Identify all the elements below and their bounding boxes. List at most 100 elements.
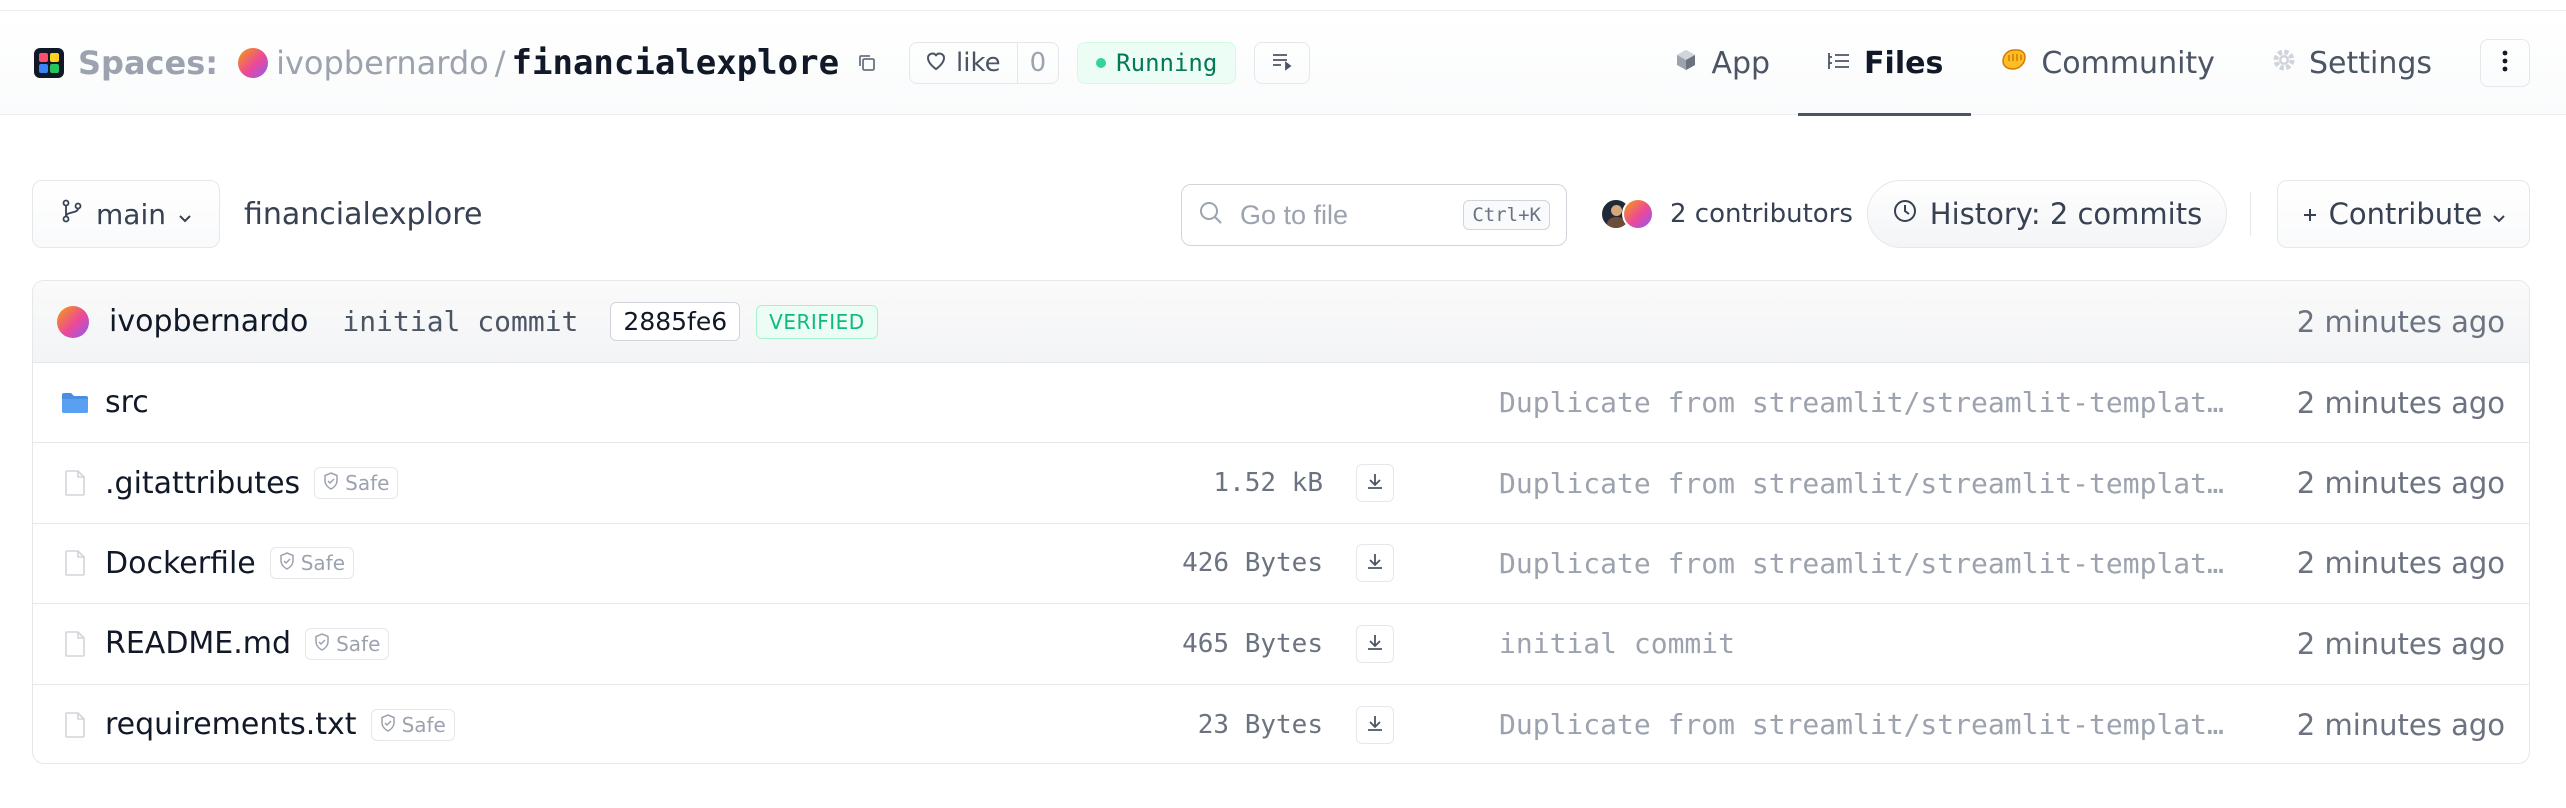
tab-files-label: Files xyxy=(1864,45,1944,81)
files-toolbar: main financialexplore Ctrl+K 2 contribut… xyxy=(32,180,2530,248)
kebab-icon xyxy=(2502,50,2508,76)
table-row[interactable]: src Duplicate from streamlit/streamlit-t… xyxy=(33,363,2529,444)
commit-author[interactable]: ivopbernardo xyxy=(109,304,308,339)
branch-icon xyxy=(60,198,84,231)
clock-icon xyxy=(1892,197,1918,231)
file-name[interactable]: src xyxy=(105,385,149,420)
shortcut-hint: Ctrl+K xyxy=(1463,200,1550,230)
file-icon xyxy=(61,711,89,739)
contributors-label: 2 contributors xyxy=(1670,199,1853,229)
file-icon xyxy=(61,549,89,577)
hf-logo-icon[interactable] xyxy=(34,47,64,78)
commit-message[interactable]: initial commit xyxy=(342,305,578,338)
owner-avatar xyxy=(238,47,269,78)
toolbar-divider xyxy=(2250,192,2251,236)
verified-badge: VERIFIED xyxy=(756,304,878,339)
contribute-button[interactable]: Contribute xyxy=(2277,180,2530,248)
file-size: 465 Bytes xyxy=(1182,628,1323,659)
history-label: History: 2 commits xyxy=(1929,197,2203,231)
safe-badge[interactable]: Safe xyxy=(269,547,355,580)
safe-label: Safe xyxy=(401,712,446,737)
file-commit-message[interactable]: Duplicate from streamlit/streamlit-templ… xyxy=(1499,386,2229,419)
download-button[interactable] xyxy=(1356,705,1394,744)
cube-icon xyxy=(1673,46,1699,81)
file-commit-message[interactable]: Duplicate from streamlit/streamlit-templ… xyxy=(1499,467,2229,500)
shield-icon xyxy=(279,551,295,575)
space-header: Spaces: ivopbernardo / financialexplore … xyxy=(0,11,2566,116)
file-name[interactable]: README.md xyxy=(105,626,291,661)
safe-badge[interactable]: Safe xyxy=(305,627,390,660)
logs-icon xyxy=(1271,51,1293,75)
download-button[interactable] xyxy=(1356,624,1394,663)
path-separator: / xyxy=(494,43,506,82)
tab-community-label: Community xyxy=(2041,45,2215,81)
safe-label: Safe xyxy=(300,551,346,576)
file-size: 1.52 kB xyxy=(1213,468,1323,499)
file-size: 426 Bytes xyxy=(1182,548,1323,579)
file-icon xyxy=(61,469,89,497)
file-name[interactable]: Dockerfile xyxy=(105,546,256,581)
file-commit-message[interactable]: Duplicate from streamlit/streamlit-templ… xyxy=(1499,708,2229,741)
commit-hash[interactable]: 2885fe6 xyxy=(610,302,741,341)
table-row[interactable]: README.md Safe 465 Bytes initial commit … xyxy=(33,604,2529,685)
file-name[interactable]: requirements.txt xyxy=(105,707,357,742)
file-table: ivopbernardo initial commit 2885fe6 VERI… xyxy=(32,280,2530,764)
like-group: like 0 xyxy=(909,41,1060,84)
file-commit-message[interactable]: initial commit xyxy=(1499,627,2229,660)
file-time: 2 minutes ago xyxy=(2296,466,2505,501)
top-bar xyxy=(0,0,2566,11)
safe-badge[interactable]: Safe xyxy=(314,467,399,500)
contributor-avatars xyxy=(1600,197,1658,231)
tab-app[interactable]: App xyxy=(1645,11,1798,115)
file-commit-message[interactable]: Duplicate from streamlit/streamlit-templ… xyxy=(1499,547,2229,580)
tab-app-label: App xyxy=(1711,45,1771,81)
file-icon xyxy=(61,630,89,658)
status-badge[interactable]: Running xyxy=(1077,41,1237,84)
file-time: 2 minutes ago xyxy=(2296,385,2505,420)
contribute-label: Contribute xyxy=(2328,197,2483,231)
status-label: Running xyxy=(1116,48,1218,77)
table-row[interactable]: requirements.txt Safe 23 Bytes Duplicate… xyxy=(33,685,2529,763)
safe-badge[interactable]: Safe xyxy=(370,708,455,741)
tab-community[interactable]: Community xyxy=(1971,11,2243,115)
branch-selector[interactable]: main xyxy=(32,180,220,248)
avatar xyxy=(1622,198,1654,230)
owner-link[interactable]: ivopbernardo xyxy=(276,44,489,82)
file-time: 2 minutes ago xyxy=(2296,546,2505,581)
go-to-file-search[interactable]: Ctrl+K xyxy=(1181,184,1567,246)
tab-settings[interactable]: Settings xyxy=(2243,11,2460,115)
search-input[interactable] xyxy=(1238,198,1442,232)
tab-files[interactable]: Files xyxy=(1798,11,1972,116)
table-row[interactable]: .gitattributes Safe 1.52 kB Duplicate fr… xyxy=(33,443,2529,524)
history-button[interactable]: History: 2 commits xyxy=(1867,180,2227,248)
breadcrumb[interactable]: financialexplore xyxy=(244,180,482,248)
repo-name-link[interactable]: financialexplore xyxy=(512,43,840,83)
shield-icon xyxy=(323,471,339,495)
shield-icon xyxy=(380,713,396,737)
chevron-down-icon xyxy=(178,198,192,231)
more-menu-button[interactable] xyxy=(2480,39,2530,87)
contributors-link[interactable]: 2 contributors xyxy=(1600,180,1853,248)
commit-time: 2 minutes ago xyxy=(2296,304,2505,339)
table-row[interactable]: Dockerfile Safe 426 Bytes Duplicate from… xyxy=(33,524,2529,605)
shield-icon xyxy=(314,632,330,656)
like-count[interactable]: 0 xyxy=(1016,42,1059,83)
copy-icon[interactable] xyxy=(855,51,879,75)
download-button[interactable] xyxy=(1356,464,1394,503)
safe-label: Safe xyxy=(336,631,381,656)
gear-icon xyxy=(2271,46,2297,81)
chevron-down-icon xyxy=(2492,197,2506,231)
download-button[interactable] xyxy=(1356,544,1394,583)
logs-button[interactable] xyxy=(1254,41,1311,84)
status-dot-icon xyxy=(1096,57,1107,68)
spaces-label[interactable]: Spaces: xyxy=(78,44,218,82)
like-button[interactable]: like xyxy=(910,43,1017,83)
download-icon xyxy=(1365,632,1385,656)
search-icon xyxy=(1198,200,1224,230)
file-name[interactable]: .gitattributes xyxy=(105,466,300,501)
plus-icon xyxy=(2301,197,2319,231)
branch-label: main xyxy=(96,197,166,231)
tab-settings-label: Settings xyxy=(2308,45,2432,81)
avatar[interactable] xyxy=(57,305,89,338)
like-label: like xyxy=(956,47,1001,78)
